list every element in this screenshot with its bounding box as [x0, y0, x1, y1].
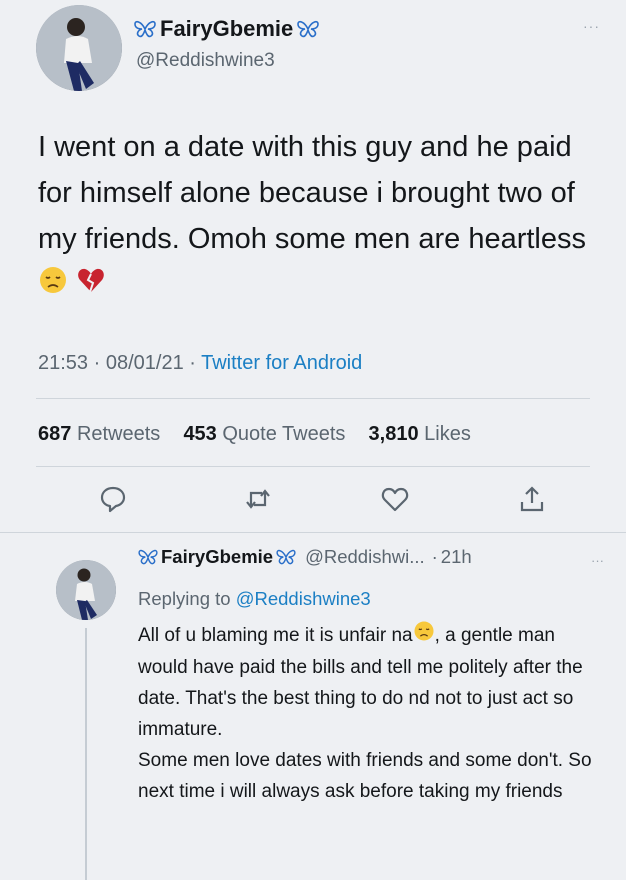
display-name-text: FairyGbemie [160, 16, 294, 41]
retweet-icon[interactable] [243, 484, 273, 514]
butterfly-icon [138, 549, 158, 565]
replying-to-handle[interactable]: @Reddishwine3 [236, 588, 371, 609]
tweet-stats: 687 Retweets 453 Quote Tweets 3,810 Like… [38, 423, 471, 446]
display-name[interactable]: FairyGbemie [134, 16, 320, 42]
reply-icon[interactable] [98, 484, 128, 514]
butterfly-icon [134, 20, 156, 38]
like-icon[interactable] [380, 484, 410, 514]
reply-header: FairyGbemie @Reddishwi... · 21h [138, 546, 472, 568]
broken-heart-emoji [76, 263, 106, 309]
reply-age[interactable]: 21h [441, 546, 472, 568]
tweet-meta: 21:53 · 08/01/21 · Twitter for Android [38, 352, 363, 374]
more-icon[interactable]: ··· [583, 18, 600, 34]
retweets-count[interactable]: 687 [38, 423, 71, 445]
divider [36, 466, 590, 467]
reply-text: All of u blaming me it is unfair na , a … [138, 620, 608, 807]
sad-face-emoji [38, 263, 68, 309]
replying-to: Replying to @Reddishwine3 [138, 588, 371, 610]
tweet-time: 21:53 [38, 352, 89, 374]
divider [36, 398, 590, 399]
likes-count[interactable]: 3,810 [369, 423, 419, 445]
handle[interactable]: @Reddishwine3 [136, 50, 275, 72]
sad-face-emoji [413, 620, 435, 652]
divider [0, 532, 626, 533]
thread-line [85, 628, 87, 880]
butterfly-icon [297, 20, 320, 38]
reply-avatar[interactable] [56, 560, 116, 620]
tweet-text: I went on a date with this guy and he pa… [38, 124, 598, 309]
reply-handle[interactable]: @Reddishwi... [305, 546, 425, 568]
quotes-label[interactable]: Quote Tweets [222, 423, 345, 445]
likes-label[interactable]: Likes [424, 423, 471, 445]
tweet-date: 08/01/21 [105, 352, 184, 374]
reply-display-name[interactable]: FairyGbemie [161, 546, 273, 568]
share-icon[interactable] [517, 484, 547, 514]
quotes-count[interactable]: 453 [183, 423, 216, 445]
retweets-label[interactable]: Retweets [77, 423, 160, 445]
reply-text-part1: All of u blaming me it is unfair na [138, 625, 413, 647]
reply-separator: · [431, 546, 438, 567]
reply-text-part3: Some men love dates with friends and som… [138, 750, 592, 802]
tweet-text-content: I went on a date with this guy and he pa… [38, 131, 586, 255]
butterfly-icon [276, 549, 296, 565]
tweet-source[interactable]: Twitter for Android [201, 352, 362, 374]
replying-prefix: Replying to [138, 588, 231, 609]
avatar[interactable] [36, 5, 122, 91]
more-icon[interactable]: ··· [591, 553, 604, 568]
